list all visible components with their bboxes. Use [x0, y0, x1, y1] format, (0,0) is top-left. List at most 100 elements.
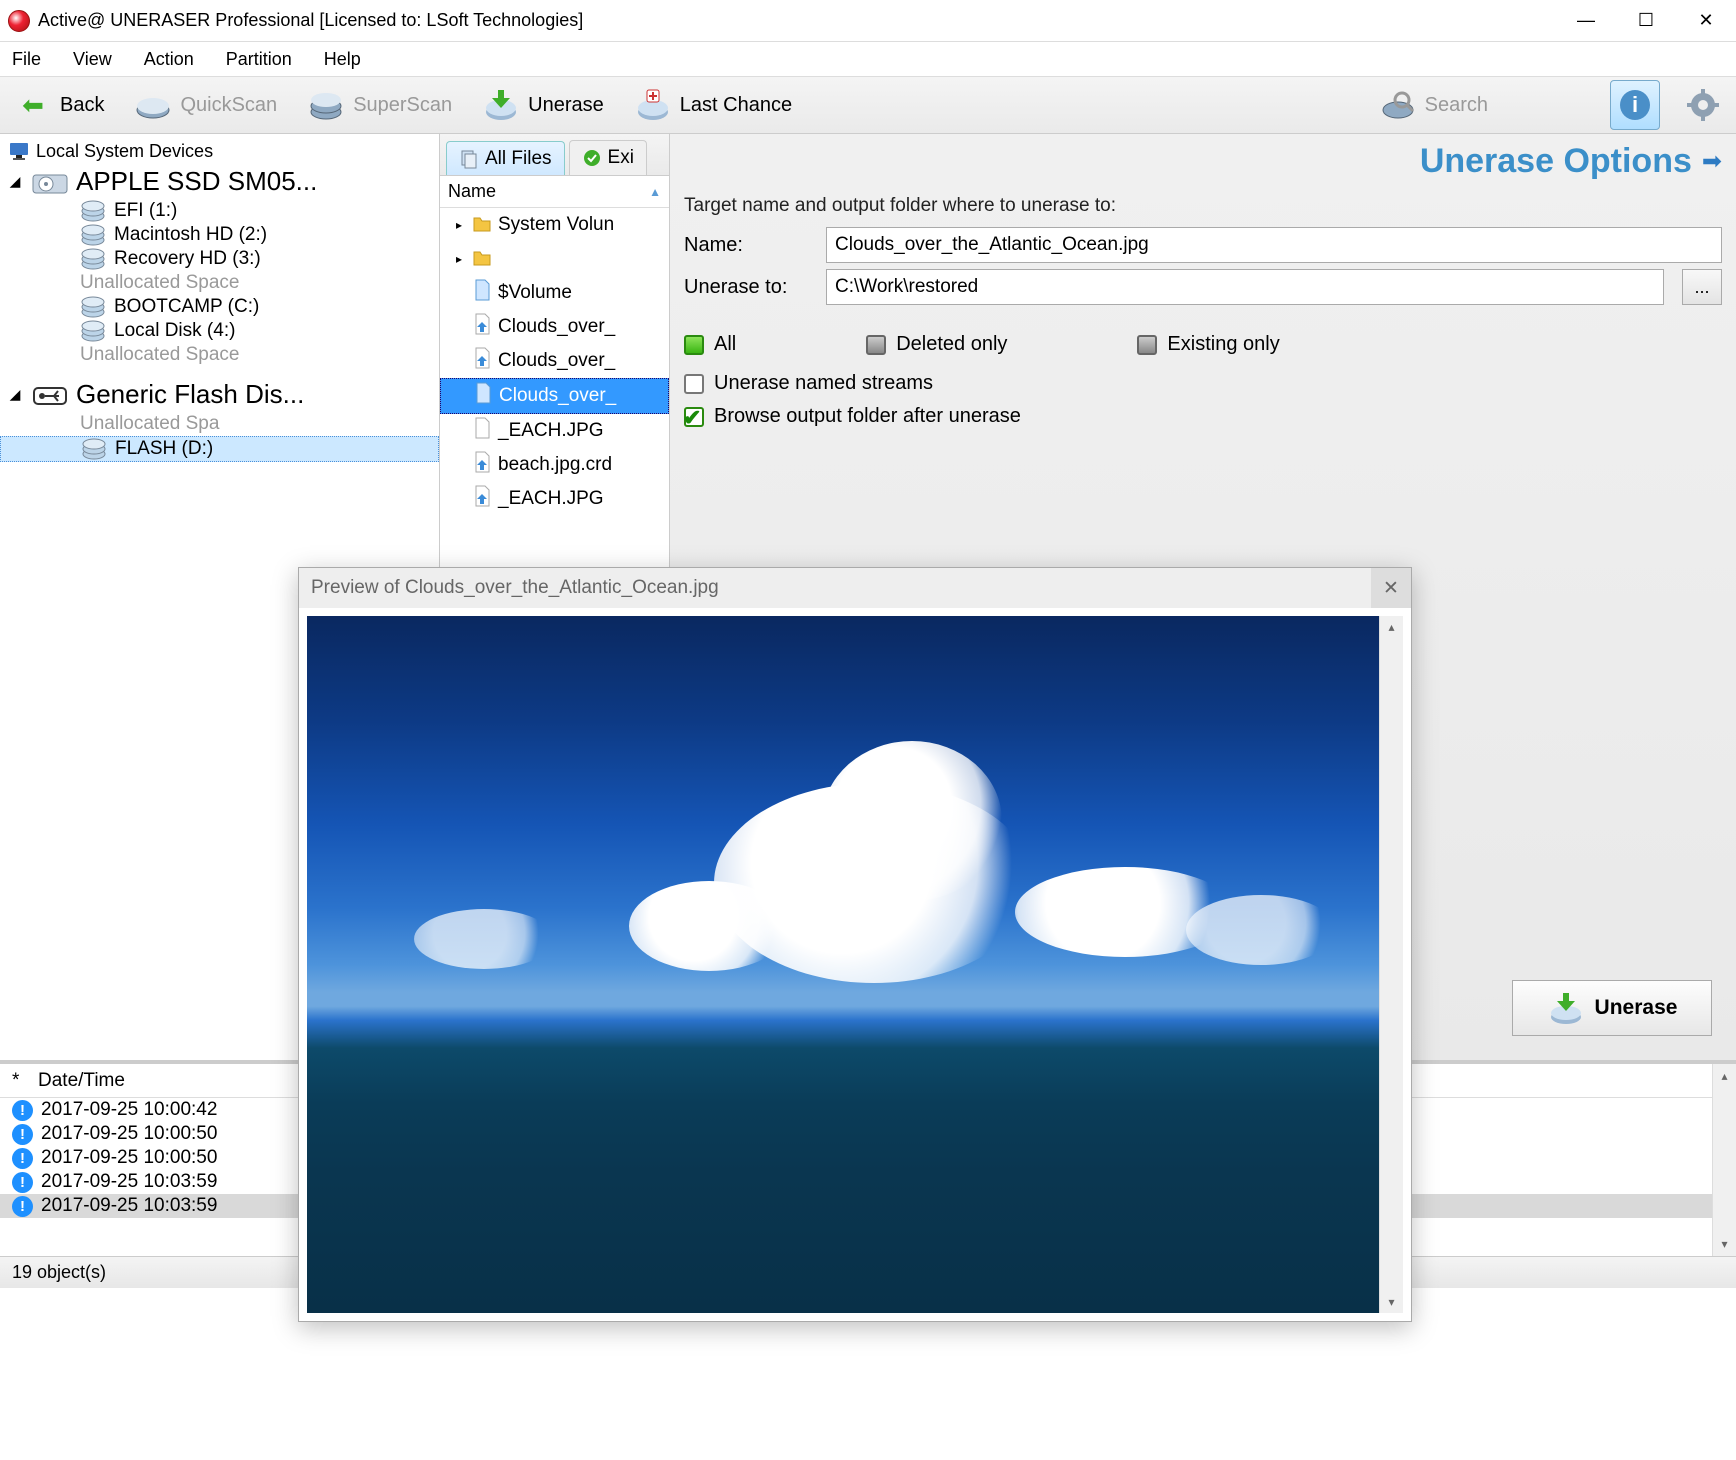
checkbox-streams[interactable]: Unerase named streams: [684, 372, 1722, 395]
panel-description: Target name and output folder where to u…: [684, 195, 1722, 217]
next-arrow-icon[interactable]: ➡: [1702, 147, 1722, 176]
file-name: _EACH.JPG: [498, 420, 604, 442]
settings-button[interactable]: [1678, 80, 1728, 130]
file-name: $Volume: [498, 282, 572, 304]
volume-row[interactable]: BOOTCAMP (C:): [0, 295, 439, 319]
hdd-icon: [32, 169, 68, 195]
volume-row[interactable]: Local Disk (4:): [0, 319, 439, 343]
file-row[interactable]: ▸: [440, 242, 669, 276]
unerase-label: Unerase: [528, 94, 604, 117]
volume-row[interactable]: Recovery HD (3:): [0, 247, 439, 271]
file-row[interactable]: Clouds_over_: [440, 378, 669, 414]
tab-label: Exi: [608, 147, 634, 169]
info-badge-icon: !: [12, 1196, 33, 1217]
scroll-down-icon[interactable]: ▾: [1713, 1232, 1736, 1256]
checkbox-browse-after[interactable]: ✔ Browse output folder after unerase: [684, 405, 1722, 428]
lastchance-button[interactable]: Last Chance: [628, 82, 798, 128]
name-input[interactable]: [826, 227, 1722, 263]
volume-label: EFI (1:): [114, 200, 177, 222]
superscan-button[interactable]: SuperScan: [301, 82, 458, 128]
disk-label: Generic Flash Dis...: [76, 379, 304, 410]
lastchance-label: Last Chance: [680, 94, 792, 117]
menu-view[interactable]: View: [69, 45, 116, 74]
back-arrow-icon: ⬅: [14, 86, 52, 124]
scroll-down-icon[interactable]: ▾: [1388, 1295, 1394, 1309]
info-icon: i: [1618, 88, 1652, 122]
file-row[interactable]: Clouds_over_: [440, 310, 669, 344]
panel-title: Unerase Options: [1420, 142, 1692, 181]
scroll-up-icon[interactable]: ▴: [1388, 620, 1394, 634]
close-button[interactable]: ✕: [1676, 0, 1736, 42]
unerase-to-input[interactable]: [826, 269, 1664, 305]
log-datetime: 2017-09-25 10:00:50: [41, 1147, 217, 1169]
superscan-icon: [307, 86, 345, 124]
volume-row[interactable]: Unallocated Space: [0, 343, 439, 367]
menu-action[interactable]: Action: [140, 45, 198, 74]
expand-icon[interactable]: ▸: [452, 218, 466, 232]
checkbox-unchecked-icon: [684, 374, 704, 394]
back-button[interactable]: ⬅ Back: [8, 82, 110, 128]
collapse-icon[interactable]: ◢: [6, 173, 24, 190]
log-datetime: 2017-09-25 10:00:42: [41, 1099, 217, 1121]
minimize-button[interactable]: —: [1556, 0, 1616, 42]
radio-deleted[interactable]: Deleted only: [866, 333, 1007, 356]
collapse-icon[interactable]: ◢: [6, 386, 24, 403]
file-row[interactable]: beach.jpg.crd: [440, 448, 669, 482]
disk-row-flash[interactable]: ◢ Generic Flash Dis...: [0, 377, 439, 412]
toolbar: ⬅ Back QuickScan SuperScan Unerase Last …: [0, 76, 1736, 134]
preview-scrollbar[interactable]: ▴ ▾: [1379, 616, 1403, 1313]
search-button[interactable]: Search: [1373, 82, 1494, 128]
browse-button[interactable]: ...: [1682, 269, 1722, 305]
volume-row[interactable]: Unallocated Spa: [0, 412, 439, 436]
scroll-up-icon[interactable]: ▴: [1713, 1064, 1736, 1088]
info-badge-icon: !: [12, 1172, 33, 1193]
svg-text:i: i: [1632, 92, 1638, 117]
unerase-action-button[interactable]: Unerase: [1512, 980, 1712, 1036]
file-icon: [472, 450, 492, 480]
info-badge-icon: !: [12, 1100, 33, 1121]
preview-titlebar[interactable]: Preview of Clouds_over_the_Atlantic_Ocea…: [299, 568, 1411, 608]
tab-label: All Files: [485, 148, 552, 170]
search-label: Search: [1425, 94, 1488, 117]
volume-label: Local Disk (4:): [114, 320, 235, 342]
file-icon: [472, 278, 492, 308]
file-row[interactable]: ▸ System Volun: [440, 208, 669, 242]
log-scrollbar[interactable]: ▴ ▾: [1712, 1064, 1736, 1256]
file-tabs: All Files Exi: [440, 134, 669, 176]
radio-label: All: [714, 333, 736, 356]
volume-label: Unallocated Space: [80, 344, 240, 366]
volume-label: Unallocated Spa: [80, 413, 219, 435]
file-row[interactable]: $Volume: [440, 276, 669, 310]
file-name: Clouds_over_: [498, 350, 615, 372]
quickscan-button[interactable]: QuickScan: [128, 82, 283, 128]
menu-partition[interactable]: Partition: [222, 45, 296, 74]
maximize-button[interactable]: ☐: [1616, 0, 1676, 42]
unerase-button[interactable]: Unerase: [476, 82, 610, 128]
menu-file[interactable]: File: [8, 45, 45, 74]
tab-existing[interactable]: Exi: [569, 140, 647, 175]
menu-help[interactable]: Help: [320, 45, 365, 74]
expand-icon[interactable]: ▸: [452, 252, 466, 266]
file-icon: [472, 312, 492, 342]
disk-row-apple[interactable]: ◢ APPLE SSD SM05...: [0, 164, 439, 199]
file-row[interactable]: _EACH.JPG: [440, 414, 669, 448]
preview-window: Preview of Clouds_over_the_Atlantic_Ocea…: [298, 567, 1412, 1322]
preview-close-button[interactable]: ✕: [1371, 568, 1411, 608]
file-row[interactable]: Clouds_over_: [440, 344, 669, 378]
file-row[interactable]: _EACH.JPG: [440, 482, 669, 516]
radio-existing[interactable]: Existing only: [1137, 333, 1279, 356]
unerase-to-label: Unerase to:: [684, 276, 814, 299]
usb-icon: [32, 382, 68, 408]
log-col-datetime: Date/Time: [38, 1070, 125, 1092]
volume-row[interactable]: FLASH (D:): [0, 436, 439, 462]
info-button[interactable]: i: [1610, 80, 1660, 130]
tab-all-files[interactable]: All Files: [446, 141, 565, 176]
volume-row[interactable]: Unallocated Space: [0, 271, 439, 295]
radio-all[interactable]: All: [684, 333, 736, 356]
column-header-name[interactable]: Name ▲: [440, 176, 669, 208]
file-icon: [472, 210, 492, 240]
checkbox-label: Unerase named streams: [714, 372, 933, 395]
volume-row[interactable]: EFI (1:): [0, 199, 439, 223]
volume-row[interactable]: Macintosh HD (2:): [0, 223, 439, 247]
file-name: _EACH.JPG: [498, 488, 604, 510]
